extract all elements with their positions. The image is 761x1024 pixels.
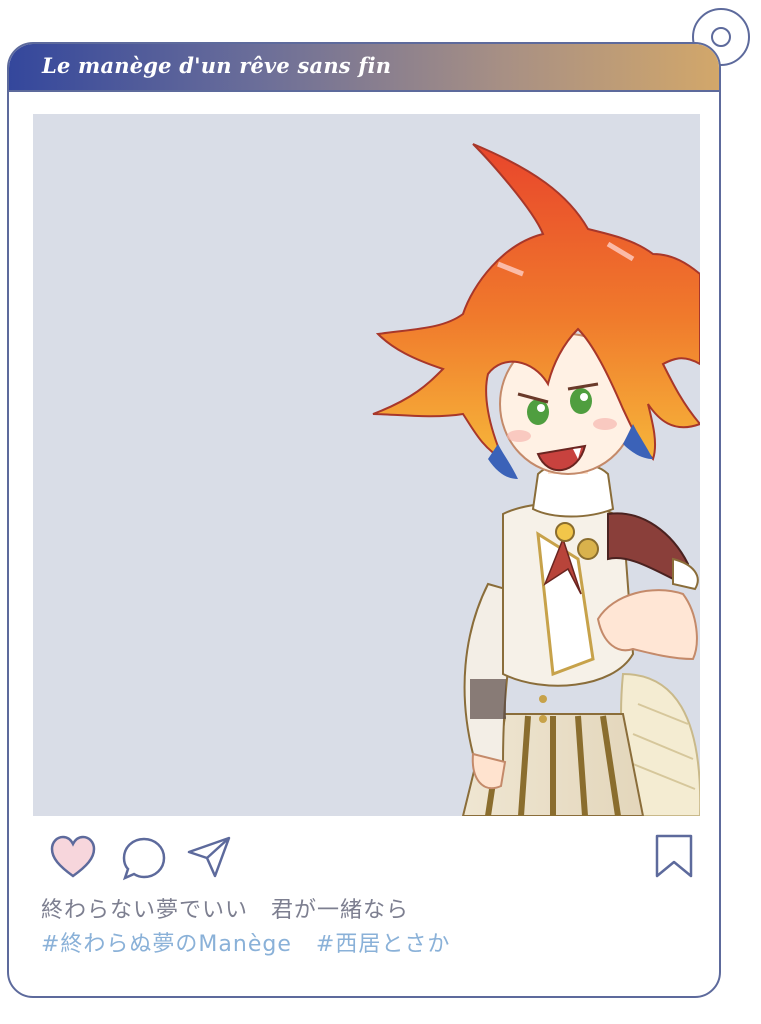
hashtag-list: #終わらぬ夢のManège #西居とさか [41, 926, 450, 958]
bookmark-icon[interactable] [655, 834, 693, 878]
post-header: Le manège d'un rêve sans fin [9, 44, 719, 92]
character-illustration [372, 143, 700, 816]
post-card: Le manège d'un rêve sans fin 終わらない夢でいい 君… [7, 42, 721, 998]
hashtag-link[interactable]: #終わらぬ夢のManège [41, 932, 292, 957]
comment-bubble-icon[interactable] [121, 836, 167, 882]
paper-plane-icon[interactable] [187, 836, 231, 878]
post-caption: 終わらない夢でいい 君が一緒なら [41, 898, 410, 923]
post-title: Le manège d'un rêve sans fin [42, 53, 392, 78]
heart-icon[interactable] [49, 834, 97, 882]
post-image[interactable] [33, 114, 700, 816]
hashtag-link[interactable]: #西居とさか [316, 932, 450, 957]
